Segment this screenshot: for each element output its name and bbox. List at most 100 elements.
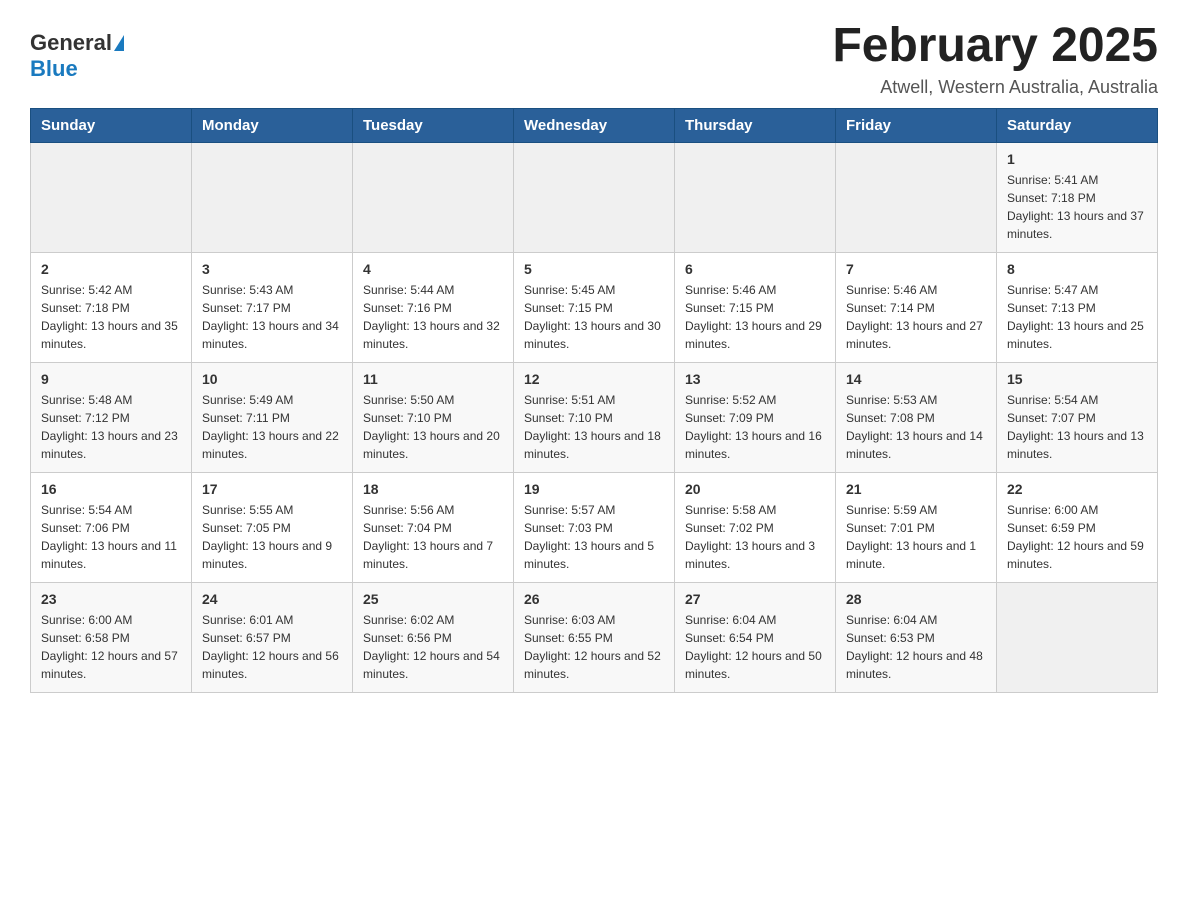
day-number: 10 [202,371,342,387]
calendar-table: SundayMondayTuesdayWednesdayThursdayFrid… [30,108,1158,693]
day-info: Sunrise: 5:46 AM Sunset: 7:15 PM Dayligh… [685,281,825,353]
day-number: 9 [41,371,181,387]
weekday-header-sunday: Sunday [31,108,192,142]
calendar-cell: 23 Sunrise: 6:00 AM Sunset: 6:58 PM Dayli… [31,582,192,692]
calendar-cell: 9Sunrise: 5:48 AM Sunset: 7:12 PM Daylig… [31,362,192,472]
calendar-cell: 27Sunrise: 6:04 AM Sunset: 6:54 PM Dayli… [675,582,836,692]
calendar-cell [31,142,192,252]
day-number: 15 [1007,371,1147,387]
day-info: Sunrise: 5:55 AM Sunset: 7:05 PM Dayligh… [202,501,342,573]
logo: General Blue [30,30,124,82]
calendar-cell: 10 Sunrise: 5:49 AM Sunset: 7:11 PM Dayli… [192,362,353,472]
day-number: 13 [685,371,825,387]
weekday-header-wednesday: Wednesday [514,108,675,142]
day-info: Sunrise: 6:00 AM Sunset: 6:58 PM Dayligh… [41,611,181,683]
month-title: February 2025 [832,20,1158,73]
calendar-cell: 19 Sunrise: 5:57 AM Sunset: 7:03 PM Dayli… [514,472,675,582]
day-number: 1 [1007,151,1147,167]
day-number: 6 [685,261,825,277]
day-number: 11 [363,371,503,387]
day-number: 12 [524,371,664,387]
day-number: 4 [363,261,503,277]
day-info: Sunrise: 6:02 AM Sunset: 6:56 PM Dayligh… [363,611,503,683]
calendar-cell: 18Sunrise: 5:56 AM Sunset: 7:04 PM Dayli… [353,472,514,582]
calendar-cell: 3Sunrise: 5:43 AM Sunset: 7:17 PM Daylig… [192,252,353,362]
day-number: 28 [846,591,986,607]
day-info: Sunrise: 5:45 AM Sunset: 7:15 PM Dayligh… [524,281,664,353]
week-row-5: 23 Sunrise: 6:00 AM Sunset: 6:58 PM Dayli… [31,582,1158,692]
day-number: 23 [41,591,181,607]
calendar-cell: 22Sunrise: 6:00 AM Sunset: 6:59 PM Dayli… [997,472,1158,582]
day-info: Sunrise: 5:58 AM Sunset: 7:02 PM Dayligh… [685,501,825,573]
logo-triangle-icon [114,35,124,51]
calendar-cell: 6 Sunrise: 5:46 AM Sunset: 7:15 PM Daylig… [675,252,836,362]
calendar-cell [192,142,353,252]
day-info: Sunrise: 5:54 AM Sunset: 7:07 PM Dayligh… [1007,391,1147,463]
day-number: 2 [41,261,181,277]
day-number: 26 [524,591,664,607]
calendar-cell: 11 Sunrise: 5:50 AM Sunset: 7:10 PM Dayli… [353,362,514,472]
title-section: February 2025 Atwell, Western Australia,… [832,20,1158,98]
day-info: Sunrise: 5:42 AM Sunset: 7:18 PM Dayligh… [41,281,181,353]
weekday-header-monday: Monday [192,108,353,142]
day-number: 7 [846,261,986,277]
day-number: 24 [202,591,342,607]
logo-general-text: General [30,30,112,56]
location-text: Atwell, Western Australia, Australia [832,77,1158,98]
calendar-cell: 8 Sunrise: 5:47 AM Sunset: 7:13 PM Daylig… [997,252,1158,362]
day-info: Sunrise: 5:59 AM Sunset: 7:01 PM Dayligh… [846,501,986,573]
day-info: Sunrise: 6:01 AM Sunset: 6:57 PM Dayligh… [202,611,342,683]
day-number: 19 [524,481,664,497]
calendar-cell: 14 Sunrise: 5:53 AM Sunset: 7:08 PM Dayli… [836,362,997,472]
day-info: Sunrise: 6:04 AM Sunset: 6:53 PM Dayligh… [846,611,986,683]
day-info: Sunrise: 6:03 AM Sunset: 6:55 PM Dayligh… [524,611,664,683]
day-info: Sunrise: 6:04 AM Sunset: 6:54 PM Dayligh… [685,611,825,683]
day-info: Sunrise: 5:47 AM Sunset: 7:13 PM Dayligh… [1007,281,1147,353]
calendar-cell: 28 Sunrise: 6:04 AM Sunset: 6:53 PM Dayli… [836,582,997,692]
calendar-cell: 7Sunrise: 5:46 AM Sunset: 7:14 PM Daylig… [836,252,997,362]
weekday-header-thursday: Thursday [675,108,836,142]
week-row-4: 16 Sunrise: 5:54 AM Sunset: 7:06 PM Dayli… [31,472,1158,582]
calendar-cell: 15 Sunrise: 5:54 AM Sunset: 7:07 PM Dayli… [997,362,1158,472]
day-number: 14 [846,371,986,387]
calendar-cell: 5 Sunrise: 5:45 AM Sunset: 7:15 PM Daylig… [514,252,675,362]
day-number: 20 [685,481,825,497]
day-info: Sunrise: 5:53 AM Sunset: 7:08 PM Dayligh… [846,391,986,463]
day-number: 22 [1007,481,1147,497]
day-info: Sunrise: 5:50 AM Sunset: 7:10 PM Dayligh… [363,391,503,463]
day-info: Sunrise: 5:57 AM Sunset: 7:03 PM Dayligh… [524,501,664,573]
calendar-cell [353,142,514,252]
calendar-cell: 1 Sunrise: 5:41 AM Sunset: 7:18 PM Daylig… [997,142,1158,252]
day-number: 5 [524,261,664,277]
calendar-cell: 16 Sunrise: 5:54 AM Sunset: 7:06 PM Dayli… [31,472,192,582]
calendar-cell [514,142,675,252]
day-number: 3 [202,261,342,277]
week-row-1: 1 Sunrise: 5:41 AM Sunset: 7:18 PM Daylig… [31,142,1158,252]
day-info: Sunrise: 5:41 AM Sunset: 7:18 PM Dayligh… [1007,171,1147,243]
calendar-cell [836,142,997,252]
day-number: 21 [846,481,986,497]
calendar-cell: 26 Sunrise: 6:03 AM Sunset: 6:55 PM Dayli… [514,582,675,692]
day-info: Sunrise: 5:52 AM Sunset: 7:09 PM Dayligh… [685,391,825,463]
calendar-cell [997,582,1158,692]
calendar-cell: 25Sunrise: 6:02 AM Sunset: 6:56 PM Dayli… [353,582,514,692]
week-row-3: 9Sunrise: 5:48 AM Sunset: 7:12 PM Daylig… [31,362,1158,472]
day-info: Sunrise: 5:54 AM Sunset: 7:06 PM Dayligh… [41,501,181,573]
day-info: Sunrise: 5:56 AM Sunset: 7:04 PM Dayligh… [363,501,503,573]
day-number: 16 [41,481,181,497]
weekday-header-saturday: Saturday [997,108,1158,142]
weekday-header-row: SundayMondayTuesdayWednesdayThursdayFrid… [31,108,1158,142]
calendar-cell: 12 Sunrise: 5:51 AM Sunset: 7:10 PM Dayli… [514,362,675,472]
day-info: Sunrise: 5:44 AM Sunset: 7:16 PM Dayligh… [363,281,503,353]
calendar-cell [675,142,836,252]
calendar-cell: 17 Sunrise: 5:55 AM Sunset: 7:05 PM Dayli… [192,472,353,582]
week-row-2: 2 Sunrise: 5:42 AM Sunset: 7:18 PM Daylig… [31,252,1158,362]
day-number: 8 [1007,261,1147,277]
day-number: 17 [202,481,342,497]
day-info: Sunrise: 5:49 AM Sunset: 7:11 PM Dayligh… [202,391,342,463]
logo-blue-text: Blue [30,56,78,82]
day-info: Sunrise: 5:51 AM Sunset: 7:10 PM Dayligh… [524,391,664,463]
calendar-cell: 20 Sunrise: 5:58 AM Sunset: 7:02 PM Dayli… [675,472,836,582]
calendar-cell: 2 Sunrise: 5:42 AM Sunset: 7:18 PM Daylig… [31,252,192,362]
weekday-header-friday: Friday [836,108,997,142]
